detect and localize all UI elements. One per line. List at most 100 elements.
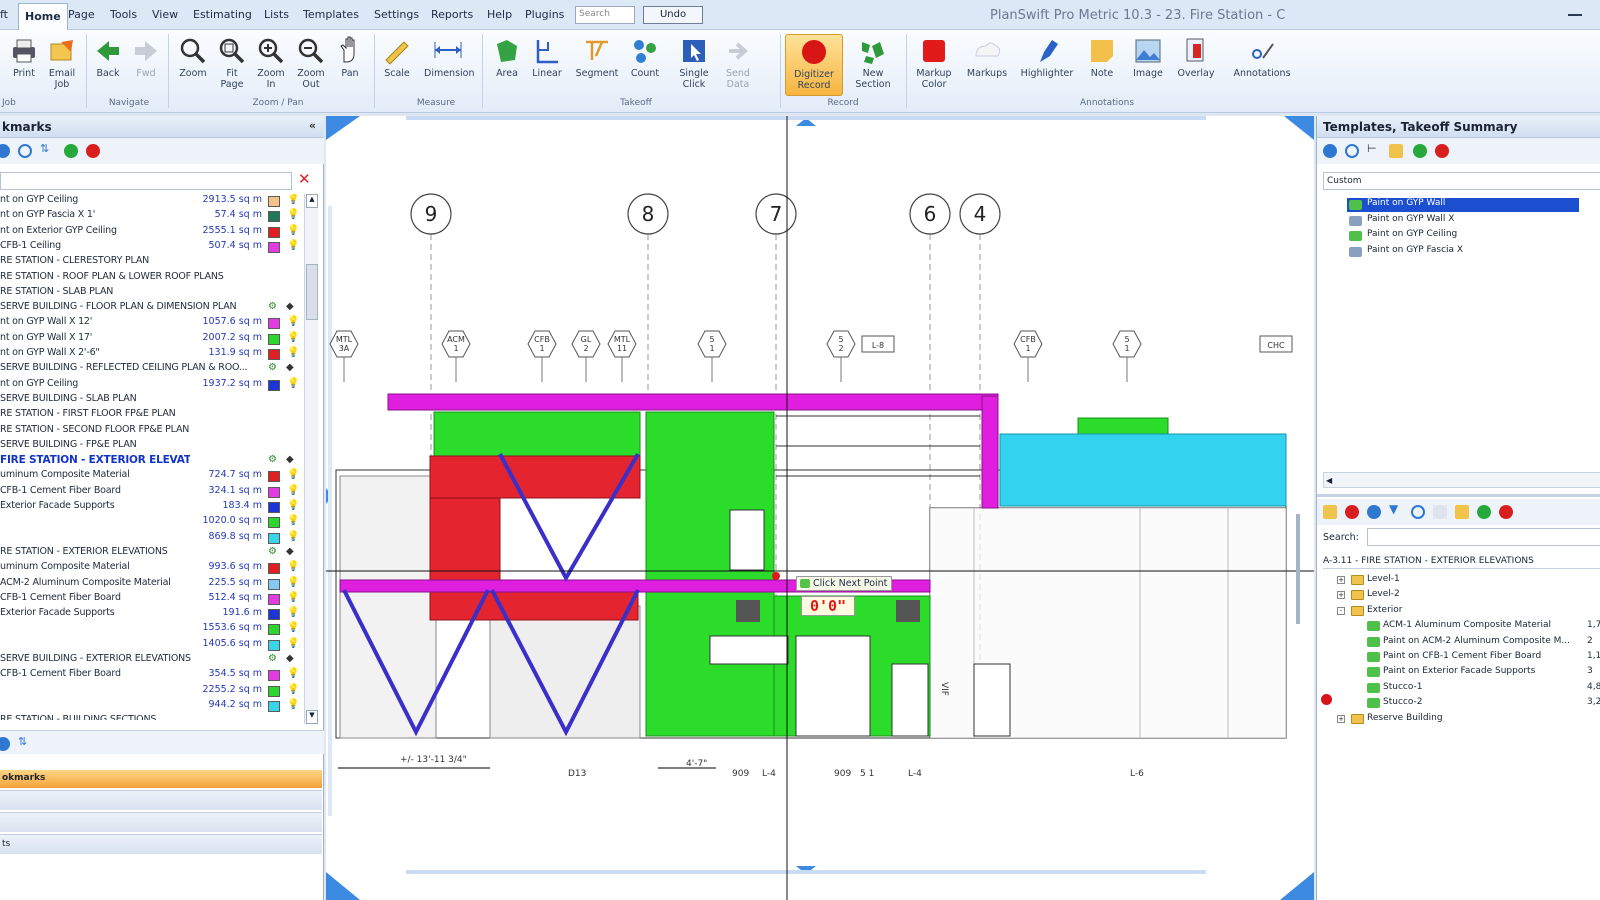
link-icon[interactable]: ⚙ (268, 546, 277, 557)
print-button[interactable]: Print (4, 36, 44, 79)
filter-icon[interactable]: ▼ (1389, 502, 1403, 516)
bookmark-row[interactable]: Exterior Facade Supports 183.4 m 💡 (0, 500, 310, 515)
canvas-vscrollbar[interactable] (1296, 514, 1300, 624)
bookmarks-filter-input[interactable] (0, 172, 292, 190)
menu-lists[interactable]: Lists (264, 8, 289, 21)
template-item[interactable]: Paint on GYP Wall (1347, 198, 1579, 212)
bookmark-row[interactable]: ACM-2 Aluminum Composite Material 225.5 s… (0, 577, 310, 592)
color-swatch[interactable] (268, 563, 280, 575)
tree-folder[interactable]: - Exterior (1337, 605, 1600, 619)
menu-templates[interactable]: Templates (303, 8, 359, 21)
menu-plugins[interactable]: Plugins (525, 8, 564, 21)
drawing-canvas[interactable]: 9 8 7 6 4 MTL 3A ACM 1 CFB 1 GL 2 MTL 11 5 1 5 2 L-8 CF… (326, 116, 1314, 900)
gear-icon[interactable] (0, 144, 10, 158)
search-input[interactable]: Search (575, 6, 635, 24)
bulb-icon[interactable]: 💡 (287, 225, 299, 236)
annotations-button[interactable]: Annotations (1232, 36, 1292, 79)
back-button[interactable]: Back (88, 36, 128, 79)
bulb-icon[interactable]: 💡 (287, 378, 299, 389)
bulb-icon[interactable]: 💡 (287, 684, 299, 695)
bulb-icon[interactable]: 💡 (287, 316, 299, 327)
bookmark-row[interactable]: SERVE BUILDING - EXTERIOR ELEVATIONS ⚙ ◆ (0, 653, 310, 668)
bulb-icon[interactable]: 💡 (287, 592, 299, 603)
link-icon[interactable]: ⚙ (268, 301, 277, 312)
bookmark-row[interactable]: nt on Exterior GYP Ceiling 2555.1 sq m 💡 (0, 225, 310, 240)
bookmark-row[interactable]: nt on GYP Ceiling 2913.5 sq m 💡 (0, 194, 310, 209)
segment-button[interactable]: Segment (574, 36, 620, 79)
takeoff-area-green[interactable] (1077, 417, 1169, 435)
zoom-button[interactable]: Zoom (173, 36, 213, 79)
tab-panel-2[interactable] (0, 790, 322, 810)
takeoff-area-magenta[interactable] (387, 393, 999, 411)
note-button[interactable]: Note (1082, 36, 1122, 79)
menu-help[interactable]: Help (487, 8, 512, 21)
remove-icon[interactable] (1499, 505, 1513, 519)
add-icon[interactable] (1413, 144, 1427, 158)
new-section-button[interactable]: New Section (850, 36, 896, 90)
email-job-button[interactable]: Email Job (42, 36, 82, 90)
color-swatch[interactable] (268, 593, 280, 605)
delete-icon[interactable] (1345, 505, 1359, 519)
zoom-in-button[interactable]: Zoom In (251, 36, 291, 90)
menu-file[interactable]: ft (0, 8, 8, 21)
expand-icon[interactable]: ⊢ (1367, 142, 1381, 156)
tree-item[interactable]: Paint on ACM-2 Aluminum Composite M... 2 (1367, 636, 1600, 650)
menu-estimating[interactable]: Estimating (193, 8, 252, 21)
bulb-icon[interactable]: 💡 (287, 347, 299, 358)
menu-page[interactable]: Page (68, 8, 95, 21)
link-icon[interactable]: ⚙ (268, 653, 277, 664)
bulb-icon[interactable]: 💡 (287, 194, 299, 205)
color-swatch[interactable] (268, 609, 280, 621)
bookmark-row[interactable]: FIRE STATION - EXTERIOR ELEVATIONS ⚙ ◆ (0, 454, 310, 469)
panel-splitter[interactable] (1317, 494, 1600, 497)
fit-page-button[interactable]: Fit Page (212, 36, 252, 90)
bulb-icon[interactable]: 💡 (287, 531, 299, 542)
diamond-icon[interactable]: ◆ (286, 362, 294, 373)
markup-color-button[interactable]: Markup Color (912, 36, 956, 90)
takeoff-area-green[interactable] (645, 411, 775, 737)
color-swatch[interactable] (268, 241, 280, 253)
menu-reports[interactable]: Reports (431, 8, 473, 21)
tree-item[interactable]: ACM-1 Aluminum Composite Material 1,7 (1367, 620, 1600, 634)
takeoff-area-red[interactable] (429, 591, 639, 621)
template-item[interactable]: Paint on GYP Ceiling (1347, 229, 1457, 243)
takeoff-area-cyan[interactable] (999, 433, 1287, 507)
clear-filter-icon[interactable]: ✕ (298, 170, 311, 188)
color-swatch[interactable] (268, 578, 280, 590)
delete-icon[interactable] (86, 144, 100, 158)
bulb-icon[interactable]: 💡 (287, 577, 299, 588)
add-icon[interactable] (64, 144, 78, 158)
takeoff-area-red[interactable] (429, 455, 641, 499)
template-item[interactable]: Paint on GYP Fascia X (1347, 245, 1463, 259)
takeoff-area-red[interactable] (429, 497, 501, 581)
folder-add-icon[interactable] (1455, 505, 1469, 519)
dimension-button[interactable]: Dimension (424, 36, 475, 79)
scroll-thumb[interactable] (306, 264, 318, 320)
color-swatch[interactable] (268, 318, 280, 330)
forward-button[interactable]: Fwd (126, 36, 166, 79)
tree-item[interactable]: Stucco-1 4,8 (1367, 682, 1600, 696)
tab-bookmarks[interactable]: okmarks (0, 770, 322, 788)
refresh-icon[interactable] (1345, 144, 1359, 158)
takeoff-area-magenta[interactable] (981, 395, 999, 509)
color-swatch[interactable] (268, 502, 280, 513)
tree-item[interactable]: Paint on CFB-1 Cement Fiber Board 1,1 (1367, 651, 1600, 665)
color-swatch[interactable] (268, 486, 280, 498)
diamond-icon[interactable]: ◆ (286, 301, 294, 312)
folder-icon[interactable] (1389, 144, 1403, 158)
bookmark-row[interactable]: RE STATION - SECOND FLOOR FP&E PLAN (0, 424, 310, 439)
bookmark-row[interactable]: nt on GYP Wall X 17' 2007.2 sq m 💡 (0, 332, 310, 347)
gear-icon[interactable] (1367, 505, 1381, 519)
bulb-icon[interactable]: 💡 (287, 209, 299, 220)
gear-icon[interactable] (0, 737, 10, 751)
bookmark-row[interactable]: SERVE BUILDING - FLOOR PLAN & DIMENSION … (0, 301, 310, 316)
bulb-icon[interactable]: 💡 (287, 332, 299, 343)
menu-view[interactable]: View (152, 8, 178, 21)
expand-toggle-icon[interactable]: - (1337, 606, 1345, 615)
bookmark-row[interactable]: CFB-1 Ceiling 507.4 sq m 💡 (0, 240, 310, 255)
color-swatch[interactable] (268, 532, 280, 544)
digitizer-record-button[interactable]: Digitizer Record (785, 34, 843, 96)
menu-settings[interactable]: Settings (374, 8, 419, 21)
bookmark-row[interactable]: nt on GYP Ceiling 1937.2 sq m 💡 (0, 378, 310, 393)
template-filter-select[interactable]: Custom (1323, 172, 1600, 190)
